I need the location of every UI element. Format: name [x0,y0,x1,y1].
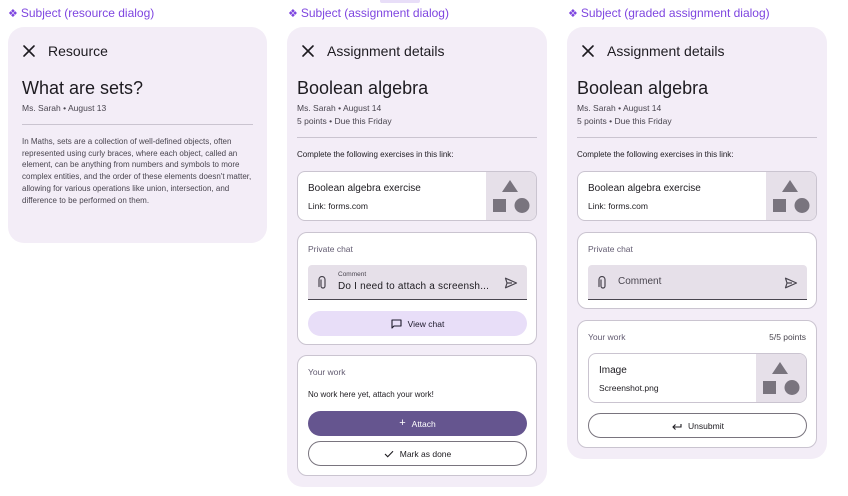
dialog-header: Resource [22,39,108,63]
dialog-title: Assignment details [607,43,725,59]
send-icon[interactable] [784,277,798,289]
link-card-subtitle: Link: forms.com [308,201,368,211]
plus-icon: + [399,417,406,429]
chat-icon [391,318,402,329]
comment-field-value: Do I need to attach a screensh... [338,281,490,292]
link-card[interactable]: Boolean algebra exercise Link: forms.com [297,171,537,221]
resource-meta: Ms. Sarah • August 13 [22,103,107,113]
divider [577,137,817,138]
frame-label-graded: ❖ Subject (graded assignment dialog) [568,6,770,20]
link-card-title: Boolean algebra exercise [588,183,701,194]
frame-label-assignment: ❖ Subject (assignment dialog) [288,6,449,20]
comment-field-placeholder: Comment [618,276,662,287]
close-icon[interactable] [581,44,595,58]
submitted-file-card[interactable]: Image Screenshot.png [588,353,807,403]
close-icon[interactable] [22,44,36,58]
your-work-label: Your work [308,367,346,377]
view-chat-button[interactable]: View chat [308,311,527,336]
assignment-dialog: Assignment details Boolean algebra Ms. S… [287,27,547,487]
component-diamond-icon: ❖ [568,7,578,20]
unsubmit-label: Unsubmit [688,420,724,431]
your-work-section: Your work No work here yet, attach your … [297,355,537,476]
link-card-title: Boolean algebra exercise [308,183,421,194]
dialog-title: Resource [48,43,108,59]
paperclip-icon[interactable] [598,276,608,290]
link-card-subtitle: Link: forms.com [588,201,648,211]
shapes-placeholder-icon [763,362,800,395]
resource-body: In Maths, sets are a collection of well-… [22,137,252,205]
instructions-text: Complete the following exercises in this… [297,150,454,159]
graded-assignment-dialog: Assignment details Boolean algebra Ms. S… [567,27,827,459]
top-edge-tab [380,0,420,3]
resource-title: What are sets? [22,78,144,98]
shapes-placeholder-icon [493,180,530,213]
component-diamond-icon: ❖ [288,7,298,20]
undo-arrow-icon [672,423,682,430]
file-card-subtitle: Screenshot.png [599,383,659,393]
check-icon [384,450,394,457]
comment-field[interactable]: Comment [588,265,807,300]
mark-as-done-label: Mark as done [399,448,452,459]
private-chat-label: Private chat [588,244,633,254]
private-chat-section: Private chat Comment [577,232,817,309]
link-thumbnail [486,172,536,220]
view-chat-label: View chat [407,318,445,329]
divider [22,124,253,125]
comment-field[interactable]: Comment Do I need to attach a screensh..… [308,265,527,300]
paperclip-icon[interactable] [318,276,328,290]
private-chat-label: Private chat [308,244,353,254]
frame-label-text: Subject (graded assignment dialog) [580,6,770,20]
shapes-placeholder-icon [773,180,810,213]
frame-label-text: Subject (resource dialog) [20,6,155,20]
assignment-meta-author: Ms. Sarah • August 14 [297,103,382,113]
private-chat-section: Private chat Comment Do I need to attach… [297,232,537,345]
points-score: 5/5 points [769,332,806,342]
your-work-label: Your work [588,332,626,342]
close-icon[interactable] [301,44,315,58]
your-work-section: Your work 5/5 points Image Screenshot.pn… [577,320,817,448]
assignment-title: Boolean algebra [577,78,709,98]
no-work-text: No work here yet, attach your work! [308,390,434,399]
assignment-meta-points: 5 points • Due this Friday [297,116,392,126]
file-thumbnail [756,354,806,402]
frame-label-text: Subject (assignment dialog) [300,6,449,20]
dialog-title: Assignment details [327,43,445,59]
dialog-header: Assignment details [581,39,725,63]
assignment-meta-points: 5 points • Due this Friday [577,116,672,126]
send-icon[interactable] [504,277,518,289]
attach-button[interactable]: + Attach [308,411,527,436]
instructions-text: Complete the following exercises in this… [577,150,734,159]
unsubmit-button[interactable]: Unsubmit [588,413,807,438]
link-thumbnail [766,172,816,220]
link-card[interactable]: Boolean algebra exercise Link: forms.com [577,171,817,221]
assignment-meta-author: Ms. Sarah • August 14 [577,103,662,113]
attach-label: Attach [411,418,436,429]
assignment-title: Boolean algebra [297,78,429,98]
component-diamond-icon: ❖ [8,7,18,20]
resource-dialog: Resource What are sets? Ms. Sarah • Augu… [8,27,267,243]
comment-field-label: Comment [338,271,367,278]
mark-as-done-button[interactable]: Mark as done [308,441,527,466]
frame-label-resource: ❖ Subject (resource dialog) [8,6,154,20]
divider [297,137,537,138]
dialog-header: Assignment details [301,39,445,63]
file-card-title: Image [599,365,627,376]
